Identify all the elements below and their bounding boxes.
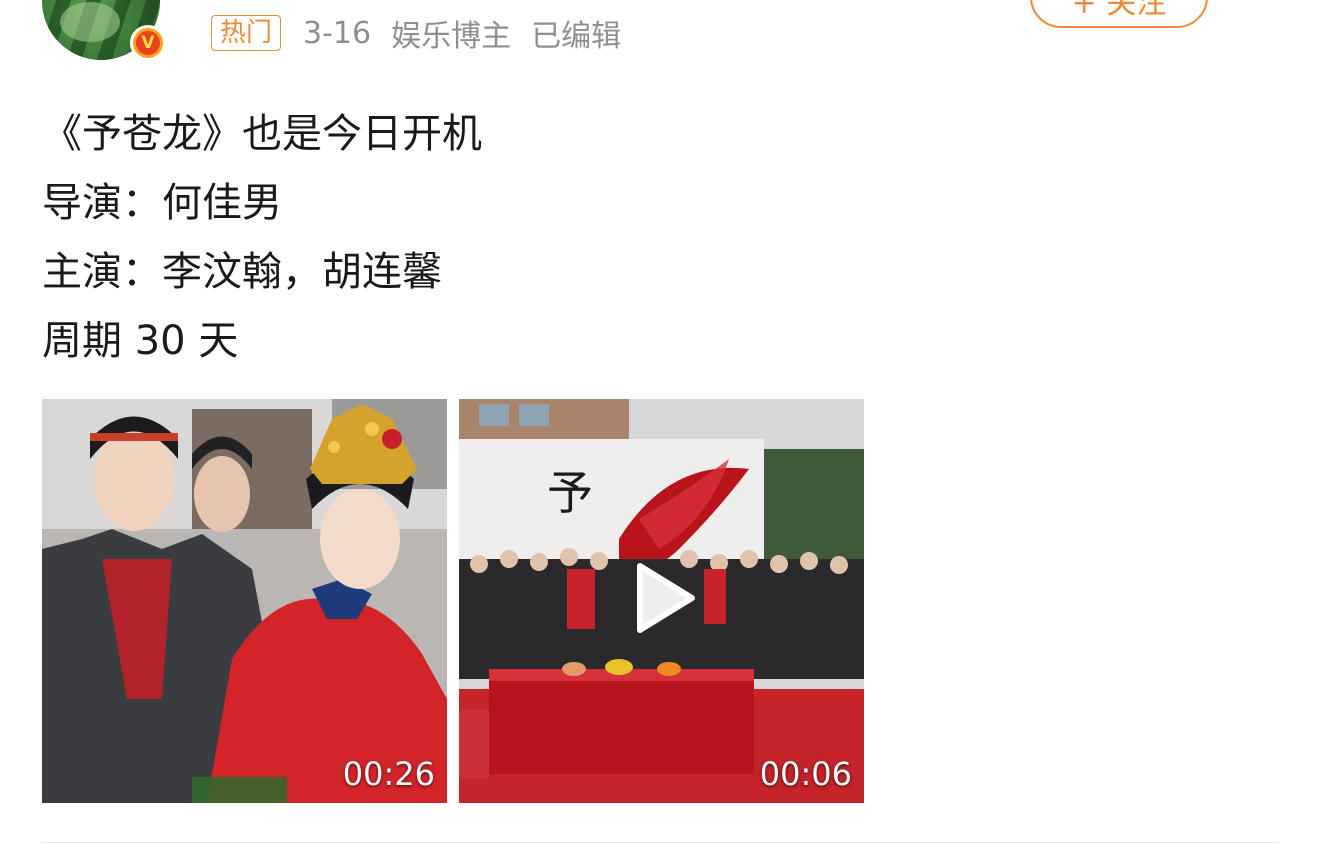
video-thumbnail-1[interactable]: 00:26 bbox=[42, 399, 447, 803]
video-duration-2: 00:06 bbox=[759, 755, 852, 793]
follow-button[interactable]: + 关注 bbox=[1030, 0, 1208, 28]
post-line-period: 周期 30 天 bbox=[42, 318, 239, 364]
weibo-post: V 热门 3-16 娱乐博主 已编辑 + 关注 《予苍龙》也是今日开机 导演：何… bbox=[0, 0, 1320, 845]
svg-text:予: 予 bbox=[547, 466, 593, 520]
post-body: 《予苍龙》也是今日开机 导演：何佳男 主演：李汶翰，胡连馨 周期 30 天 bbox=[42, 100, 482, 376]
post-line-director: 导演：何佳男 bbox=[42, 180, 282, 226]
post-line-title: 《予苍龙》也是今日开机 bbox=[42, 111, 482, 157]
video-1-image bbox=[42, 399, 447, 803]
video-duration-1: 00:26 bbox=[342, 755, 435, 793]
verified-badge-icon: V bbox=[130, 25, 166, 61]
post-line-cast: 主演：李汶翰，胡连馨 bbox=[42, 249, 442, 295]
divider bbox=[42, 842, 1278, 843]
video-thumbnail-2[interactable]: 予 00:06 bbox=[459, 399, 864, 803]
hot-tag: 热门 bbox=[211, 15, 282, 51]
edited-label[interactable]: 已编辑 bbox=[531, 11, 621, 55]
post-date: 3-16 bbox=[303, 15, 372, 51]
play-icon[interactable] bbox=[632, 562, 696, 634]
author-type: 娱乐博主 bbox=[391, 19, 512, 54]
post-meta: 热门 3-16 娱乐博主 已编辑 bbox=[211, 11, 641, 55]
